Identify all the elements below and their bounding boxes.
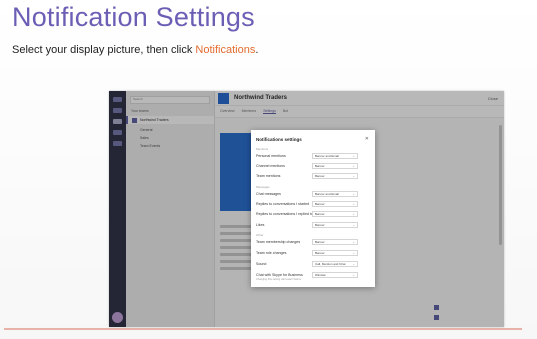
- chevron-down-icon: ⌄: [352, 223, 355, 227]
- setting-dropdown[interactable]: Banner ⌄: [312, 163, 358, 169]
- setting-dropdown[interactable]: Banner ⌄: [312, 222, 358, 228]
- chevron-down-icon: ⌄: [352, 174, 355, 178]
- slide: Notification Settings Select your displa…: [0, 0, 537, 339]
- chevron-down-icon: ⌄: [352, 251, 355, 255]
- chevron-down-icon: ⌄: [352, 212, 355, 216]
- setting-dropdown[interactable]: Banner ⌄: [312, 201, 358, 207]
- setting-dropdown[interactable]: Banner ⌄: [312, 173, 358, 179]
- setting-label: Replies to conversations I started: [256, 202, 310, 206]
- setting-dropdown[interactable]: Banner ⌄: [312, 211, 358, 217]
- setting-label: Sound: [256, 262, 267, 266]
- chevron-down-icon: ⌄: [352, 202, 355, 206]
- setting-label: Likes: [256, 223, 265, 227]
- notifications-settings-dialog: Notifications settings ✕ Mentions Person…: [251, 130, 375, 287]
- section-header: Mentions: [256, 147, 269, 151]
- chevron-down-icon: ⌄: [352, 164, 355, 168]
- setting-dropdown[interactable]: Banner ⌄: [312, 239, 358, 245]
- setting-dropdown[interactable]: Banner ⌄: [312, 250, 358, 256]
- chevron-down-icon: ⌄: [352, 262, 355, 266]
- slide-divider: [4, 328, 522, 330]
- setting-label: Replies to conversations I replied to: [256, 212, 313, 216]
- dialog-title: Notifications settings: [256, 137, 302, 142]
- setting-dropdown[interactable]: Call, Mention and Chat ⌄: [312, 261, 358, 267]
- instruction-text: Select your display picture, then click …: [12, 44, 258, 56]
- page-title: Notification Settings: [12, 2, 255, 32]
- notifications-highlight: Notifications: [195, 44, 256, 56]
- setting-label: Channel mentions: [256, 164, 285, 168]
- section-header: Other: [256, 233, 264, 237]
- instruction-suffix: .: [255, 44, 259, 56]
- chevron-down-icon: ⌄: [352, 273, 355, 277]
- setting-label: Chat with Skype for Business: [256, 273, 303, 277]
- instruction-prefix: Select your display picture, then click: [12, 44, 196, 56]
- setting-dropdown[interactable]: Banner and Email ⌄: [312, 153, 358, 159]
- chevron-down-icon: ⌄: [352, 192, 355, 196]
- chevron-down-icon: ⌄: [352, 154, 355, 158]
- setting-dropdown[interactable]: Window ⌄: [312, 272, 358, 278]
- setting-footnote: Changing this setting will restart Teams: [256, 278, 301, 281]
- section-header: Messages: [256, 185, 270, 189]
- setting-label: Personal mentions: [256, 154, 286, 158]
- setting-label: Team role changes: [256, 251, 287, 255]
- chevron-down-icon: ⌄: [352, 240, 355, 244]
- close-icon[interactable]: ✕: [365, 136, 369, 142]
- setting-label: Chat messages: [256, 192, 281, 196]
- setting-label: Team membership changes: [256, 240, 301, 244]
- setting-dropdown[interactable]: Banner and Email ⌄: [312, 191, 358, 197]
- setting-label: Team mentions: [256, 174, 281, 178]
